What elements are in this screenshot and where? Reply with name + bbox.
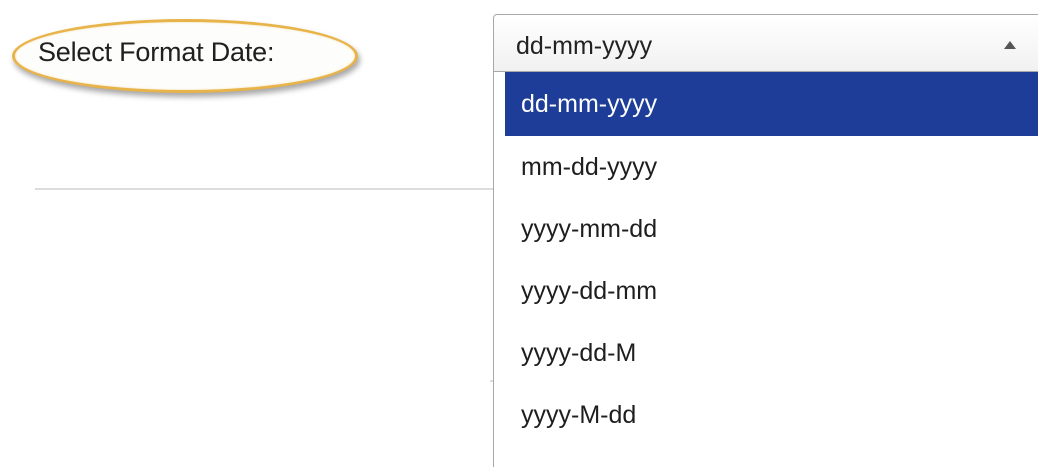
triangle-up-icon[interactable] [1004,41,1016,49]
date-format-options-list: dd-mm-yyyy mm-dd-yyyy yyyy-mm-dd yyyy-dd… [493,72,1038,467]
select-current-value: dd-mm-yyyy [516,32,653,60]
option-dd-mm-yyyy[interactable]: dd-mm-yyyy [505,72,1038,136]
option-yyyy-M-dd[interactable]: yyyy-M-dd [505,384,1038,446]
date-format-label: Select Format Date: [38,37,275,67]
date-format-select[interactable]: dd-mm-yyyy [493,14,1038,72]
option-yyyy-dd-mm[interactable]: yyyy-dd-mm [505,260,1038,322]
section-divider [35,188,507,190]
option-yyyy-dd-M[interactable]: yyyy-dd-M [505,322,1038,384]
option-mm-dd-yyyy[interactable]: mm-dd-yyyy [505,136,1038,198]
option-yyyy-mm-dd[interactable]: yyyy-mm-dd [505,198,1038,260]
